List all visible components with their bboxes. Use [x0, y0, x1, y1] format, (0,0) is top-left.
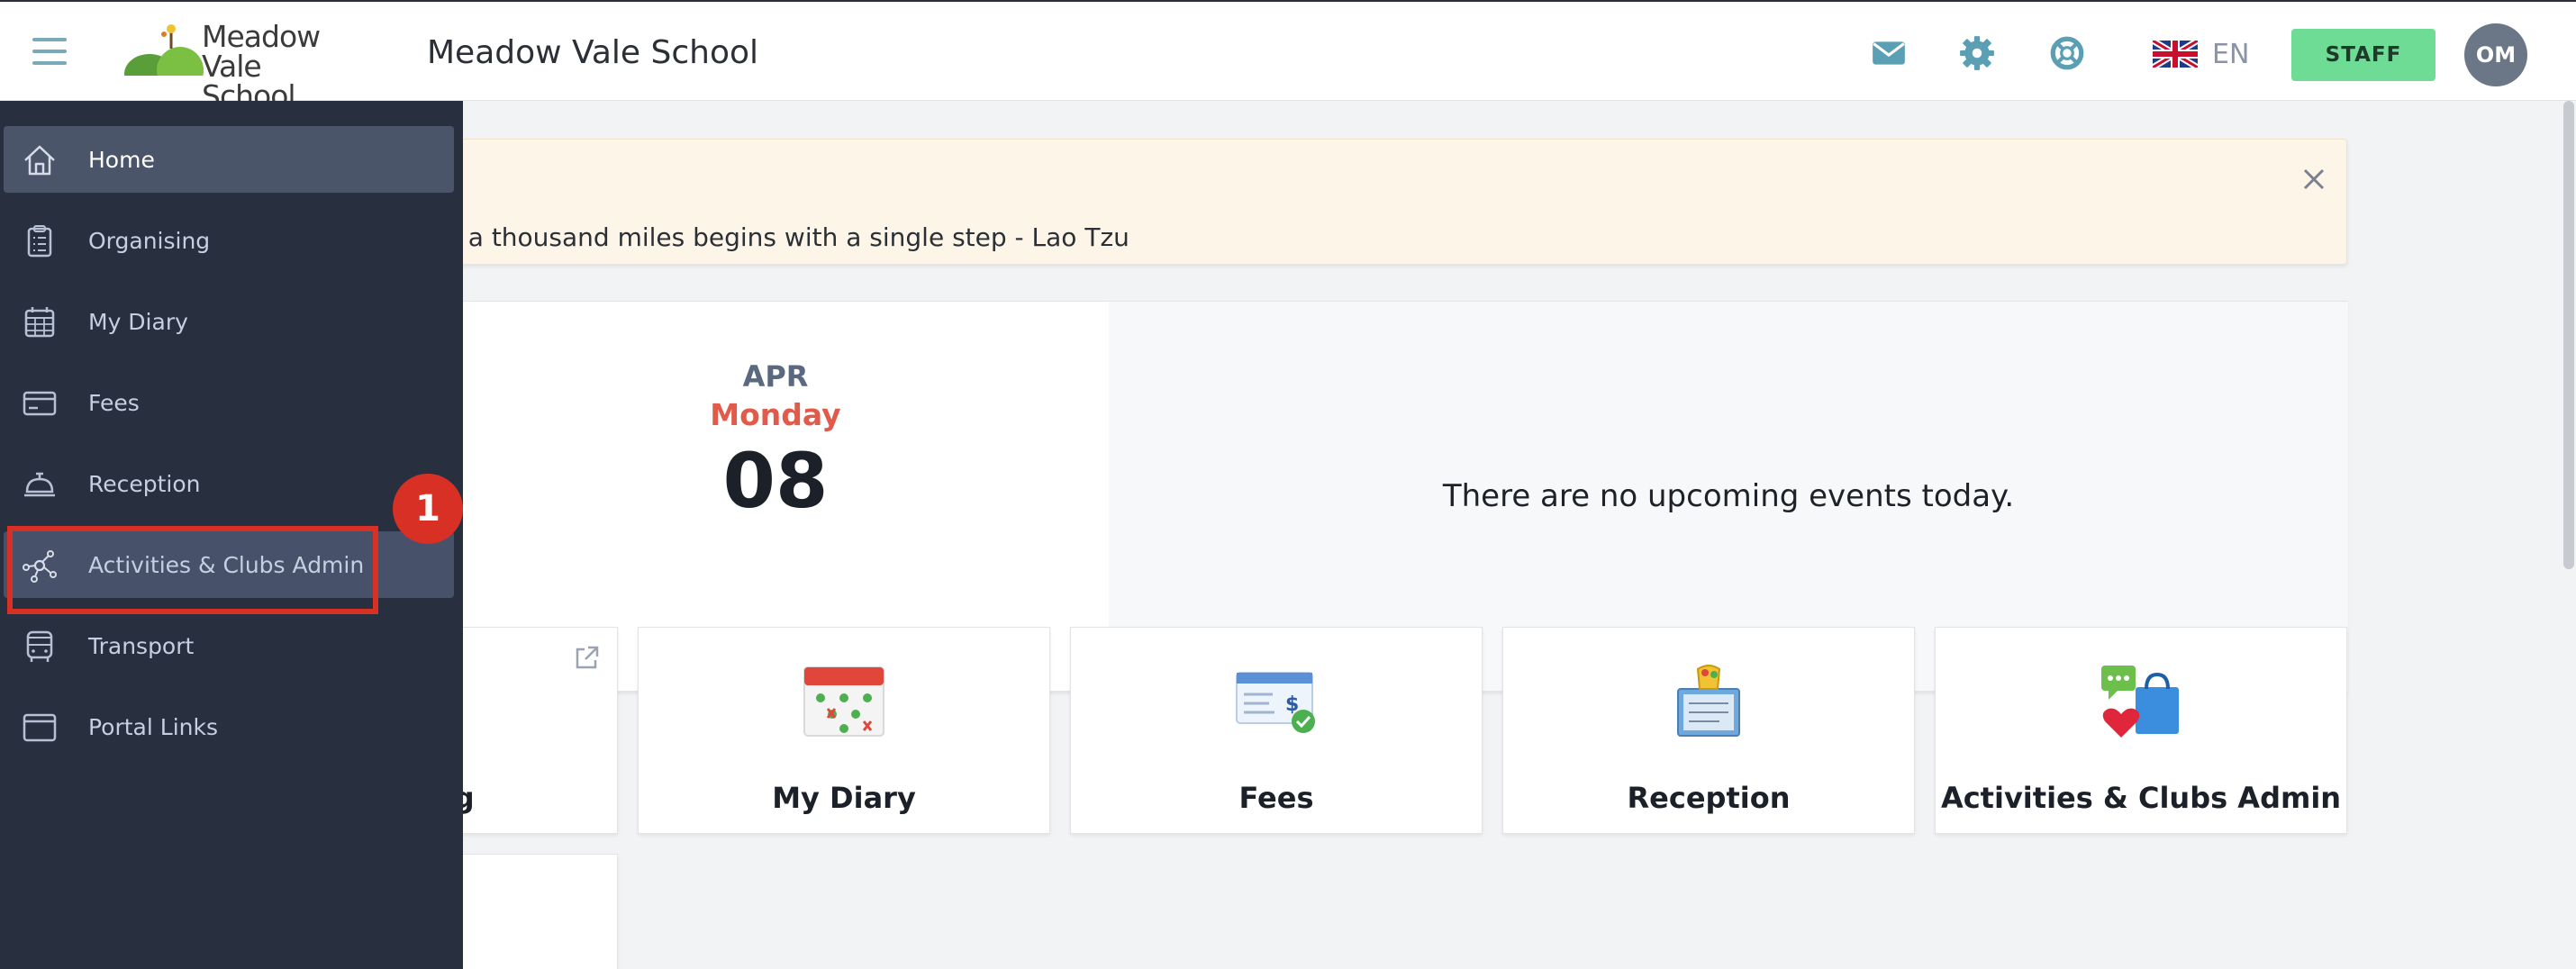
- uk-flag-icon: [2153, 41, 2198, 68]
- help-lifebuoy-icon[interactable]: [2048, 34, 2086, 72]
- annotation-step-badge: 1: [393, 474, 463, 544]
- avatar[interactable]: OM: [2464, 23, 2527, 86]
- date-day-number: 08: [722, 437, 829, 525]
- date-weekday: Monday: [710, 397, 841, 432]
- bus-icon: [26, 630, 53, 662]
- tile-activities-clubs-admin[interactable]: Activities & Clubs Admin: [1935, 627, 2347, 834]
- tile-label: Reception: [1627, 781, 1791, 815]
- sidebar-item-label: Home: [88, 146, 155, 173]
- staff-button[interactable]: STAFF: [2291, 29, 2435, 81]
- logo-hills-icon: [124, 24, 205, 94]
- sidebar-item-label: Transport: [88, 632, 195, 659]
- tile-label: Fees: [1238, 781, 1314, 815]
- sidebar-item-label: Organising: [88, 227, 211, 254]
- sidebar-item-label: Portal Links: [88, 713, 218, 740]
- sidebar-item-home[interactable]: Home: [4, 126, 454, 193]
- quote-text: f a thousand miles begins with a single …: [451, 222, 1129, 252]
- sidebar-item-portal-links[interactable]: Portal Links: [4, 693, 454, 760]
- sidebar-item-reception[interactable]: Reception: [4, 450, 454, 517]
- clipboard-icon: [27, 225, 52, 258]
- close-icon[interactable]: [2298, 163, 2330, 195]
- sidebar-item-label: Fees: [88, 389, 140, 416]
- gear-icon[interactable]: [1958, 34, 1996, 72]
- hamburger-menu-icon[interactable]: [32, 38, 67, 65]
- activities-bag-icon: [2101, 666, 2179, 738]
- cheque-icon: $: [1236, 672, 1315, 733]
- scrollbar-thumb[interactable]: [2563, 101, 2574, 569]
- home-icon: [24, 145, 55, 176]
- calendar-icon: [803, 666, 884, 737]
- sidebar-item-label: My Diary: [88, 308, 188, 335]
- external-link-icon[interactable]: [572, 644, 601, 673]
- sidebar-item-organising[interactable]: Organising: [4, 207, 454, 274]
- language-code: EN: [2212, 38, 2250, 70]
- date-month: APR: [742, 359, 809, 394]
- sidebar-item-transport[interactable]: Transport: [4, 612, 454, 679]
- tile-reception[interactable]: Reception: [1502, 627, 1915, 834]
- sidebar-item-fees[interactable]: Fees: [4, 369, 454, 436]
- school-logo[interactable]: Meadow Vale School: [124, 22, 358, 111]
- sidebar-item-label: Reception: [88, 470, 201, 497]
- reception-desk-icon: [1677, 665, 1740, 737]
- tile-label: Activities & Clubs Admin: [1940, 781, 2342, 815]
- logo-line-1: Meadow: [202, 19, 321, 54]
- language-selector[interactable]: EN: [2153, 38, 2249, 70]
- page-title: Meadow Vale School: [427, 34, 759, 71]
- sidebar-item-my-diary[interactable]: My Diary: [4, 288, 454, 355]
- window-icon: [23, 713, 57, 742]
- bell-icon: [24, 472, 55, 497]
- tile-my-diary[interactable]: My Diary: [638, 627, 1050, 834]
- mail-icon[interactable]: [1870, 34, 1908, 72]
- quote-banner: f a thousand miles begins with a single …: [387, 139, 2347, 265]
- top-bar: Meadow Vale School Meadow Vale School EN…: [0, 0, 2576, 111]
- logo-text: Meadow Vale School: [202, 22, 358, 111]
- annotation-highlight-box: [7, 526, 378, 614]
- tile-fees[interactable]: $ Fees: [1070, 627, 1483, 834]
- card-icon: [23, 391, 57, 416]
- tile-label: My Diary: [772, 781, 916, 815]
- calendar-icon: [24, 307, 55, 338]
